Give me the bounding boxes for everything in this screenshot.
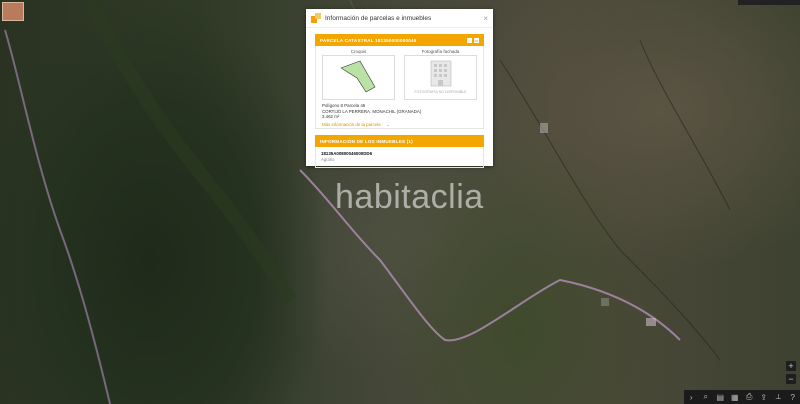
ruler-icon[interactable]: ⟂ — [773, 392, 783, 402]
print-icon[interactable]: ▭ — [474, 37, 479, 43]
more-info-link[interactable]: Más información de la parcela ⌄ — [316, 120, 483, 128]
building — [540, 123, 548, 133]
boundary-line — [639, 39, 731, 211]
croquis-label: Croquis — [350, 49, 367, 54]
building — [646, 318, 656, 326]
panel-header: Información de parcelas e inmuebles × — [306, 9, 493, 28]
building — [601, 298, 609, 306]
immueble-reference: 18135A00800046000DD6 — [321, 151, 373, 156]
chevron-down-icon: ⌄ — [385, 121, 390, 127]
croquis-frame[interactable] — [322, 55, 395, 100]
search-icon[interactable]: ⌕ — [701, 392, 711, 402]
map-toolbar: › ⌕ ▤ ▦ ⎙ ⇪ ⟂ ? — [684, 390, 800, 404]
close-icon[interactable]: × — [483, 14, 488, 23]
facade-photo-frame: FOTOGRAFÍA NO DISPONIBLE — [404, 55, 477, 100]
immueble-row[interactable]: 18135A00800046000DD6 Agrario — [315, 147, 484, 168]
print-icon[interactable]: ⎙ — [744, 392, 754, 402]
photo-placeholder-text: FOTOGRAFÍA NO DISPONIBLE — [414, 90, 467, 94]
zoom-in-button[interactable]: + — [786, 361, 796, 371]
immuebles-section-header: INFORMACIÓN DE LOS INMUEBLES (1) — [315, 135, 484, 147]
parcel-info-panel: Información de parcelas e inmuebles × PA… — [306, 9, 493, 168]
tree-band — [83, 0, 297, 304]
chevron-right-icon[interactable]: › — [686, 393, 696, 402]
parcel-section-header: PARCELA CATASTRAL 181350000000046 ⌂ ▭ — [315, 34, 484, 46]
panel-title: Información de parcelas e inmuebles — [325, 14, 432, 22]
habitaclia-watermark: habitaclia — [335, 178, 484, 216]
catastro-logo-icon — [311, 13, 321, 23]
share-icon[interactable]: ⇪ — [759, 393, 769, 402]
zoom-out-button[interactable]: − — [786, 374, 796, 384]
photo-label: Fotografía fachada — [421, 49, 460, 54]
home-icon[interactable]: ⌂ — [467, 37, 472, 43]
parcel-details: Croquis Fotografía fachada FOTOGRAFÍA NO… — [315, 46, 484, 129]
immueble-use: Agrario — [321, 157, 335, 162]
layers-icon[interactable]: ▤ — [715, 393, 725, 402]
minimap-thumbnail[interactable] — [2, 2, 24, 21]
table-icon[interactable]: ▦ — [730, 393, 740, 402]
parcel-header-label: PARCELA CATASTRAL 181350000000046 — [320, 37, 417, 43]
help-icon[interactable]: ? — [788, 393, 798, 402]
parcel-sketch — [340, 60, 376, 93]
boundary-line — [499, 59, 721, 361]
attribution-text — [738, 0, 800, 5]
immuebles-header-label: INFORMACIÓN DE LOS INMUEBLES (1) — [320, 138, 413, 144]
road-line — [4, 29, 111, 404]
